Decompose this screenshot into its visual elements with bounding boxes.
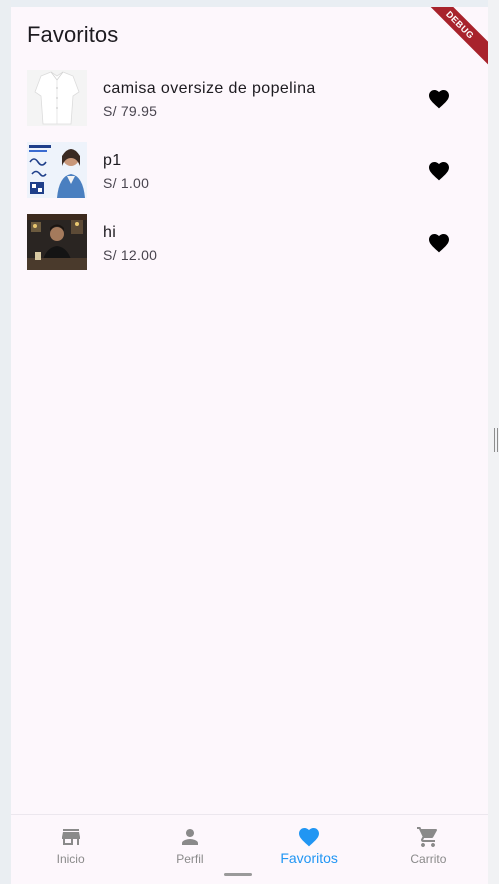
nav-item-favoritos[interactable]: Favoritos bbox=[250, 815, 369, 874]
debug-banner: DEBUG bbox=[414, 7, 488, 71]
nav-label: Favoritos bbox=[280, 850, 338, 866]
item-name: camisa oversize de popelina bbox=[103, 80, 316, 97]
nav-item-carrito[interactable]: Carrito bbox=[369, 815, 488, 874]
list-item[interactable]: camisa oversize de popelina S/ 79.95 bbox=[11, 63, 488, 135]
nav-label: Perfil bbox=[176, 852, 204, 866]
home-indicator[interactable] bbox=[224, 873, 252, 876]
nav-item-perfil[interactable]: Perfil bbox=[130, 815, 249, 874]
list-item[interactable]: hi S/ 12.00 bbox=[11, 207, 488, 279]
item-price: S/ 12.00 bbox=[103, 247, 158, 263]
left-rail bbox=[0, 0, 11, 884]
page-title: Favoritos bbox=[27, 22, 119, 47]
person-photo bbox=[27, 214, 87, 270]
item-price: S/ 79.95 bbox=[103, 103, 158, 119]
remove-favorite-button[interactable] bbox=[421, 83, 457, 113]
bottom-navigation: Inicio Perfil Favoritos Carrito bbox=[11, 814, 488, 874]
item-price: S/ 1.00 bbox=[103, 175, 150, 191]
white-shirt-photo bbox=[27, 70, 87, 126]
item-name: p1 bbox=[103, 152, 122, 169]
person-icon bbox=[181, 829, 198, 845]
item-name: hi bbox=[103, 224, 117, 241]
heart-icon bbox=[299, 828, 320, 847]
device-frame: Favoritos DEBUG camisa oversize de popel… bbox=[0, 0, 499, 884]
nav-label: Inicio bbox=[56, 852, 85, 866]
volunteer-poster-photo bbox=[27, 142, 87, 198]
nav-item-inicio[interactable]: Inicio bbox=[11, 815, 130, 874]
app-bar: Favoritos DEBUG bbox=[11, 7, 488, 71]
heart-icon bbox=[429, 90, 449, 109]
remove-favorite-button[interactable] bbox=[421, 155, 457, 185]
remove-favorite-button[interactable] bbox=[421, 227, 457, 257]
app-screen: Favoritos DEBUG camisa oversize de popel… bbox=[11, 7, 488, 884]
favorites-list: camisa oversize de popelina S/ 79.95 p1 … bbox=[11, 63, 488, 279]
heart-icon bbox=[429, 234, 449, 253]
heart-icon bbox=[429, 162, 449, 181]
list-item[interactable]: p1 S/ 1.00 bbox=[11, 135, 488, 207]
store-icon bbox=[61, 829, 80, 845]
cart-icon bbox=[417, 827, 438, 847]
resize-handle[interactable] bbox=[494, 428, 498, 452]
nav-label: Carrito bbox=[410, 852, 447, 866]
